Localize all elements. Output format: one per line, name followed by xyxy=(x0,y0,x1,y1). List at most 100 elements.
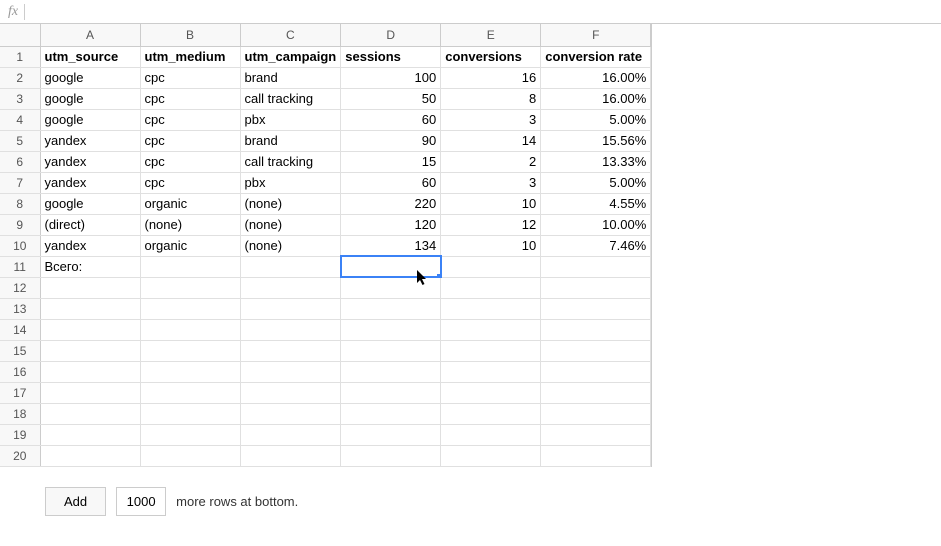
col-header-f[interactable]: F xyxy=(541,24,651,46)
row-header-15[interactable]: 15 xyxy=(0,340,40,361)
cell-b16[interactable] xyxy=(140,361,240,382)
cell-e10[interactable]: 10 xyxy=(441,235,541,256)
cell-b14[interactable] xyxy=(140,319,240,340)
cell-e15[interactable] xyxy=(441,340,541,361)
row-header-6[interactable]: 6 xyxy=(0,151,40,172)
row-header-17[interactable]: 17 xyxy=(0,382,40,403)
cell-e17[interactable] xyxy=(441,382,541,403)
cell-a10[interactable]: yandex xyxy=(40,235,140,256)
row-header-19[interactable]: 19 xyxy=(0,424,40,445)
cell-f7[interactable]: 5.00% xyxy=(541,172,651,193)
cell-d18[interactable] xyxy=(341,403,441,424)
cell-a20[interactable] xyxy=(40,445,140,466)
cell-a17[interactable] xyxy=(40,382,140,403)
cell-d16[interactable] xyxy=(341,361,441,382)
cell-f5[interactable]: 15.56% xyxy=(541,130,651,151)
row-header-2[interactable]: 2 xyxy=(0,67,40,88)
cell-c14[interactable] xyxy=(240,319,341,340)
cell-b5[interactable]: cpc xyxy=(140,130,240,151)
col-header-d[interactable]: D xyxy=(341,24,441,46)
cell-f12[interactable] xyxy=(541,277,651,298)
cell-c11[interactable] xyxy=(240,256,341,277)
cell-f10[interactable]: 7.46% xyxy=(541,235,651,256)
cell-b2[interactable]: cpc xyxy=(140,67,240,88)
cell-d6[interactable]: 15 xyxy=(341,151,441,172)
cell-c9[interactable]: (none) xyxy=(240,214,341,235)
cell-a15[interactable] xyxy=(40,340,140,361)
cell-e7[interactable]: 3 xyxy=(441,172,541,193)
cell-c16[interactable] xyxy=(240,361,341,382)
row-header-16[interactable]: 16 xyxy=(0,361,40,382)
cell-e5[interactable]: 14 xyxy=(441,130,541,151)
cell-f6[interactable]: 13.33% xyxy=(541,151,651,172)
cell-e19[interactable] xyxy=(441,424,541,445)
cell-d14[interactable] xyxy=(341,319,441,340)
cell-f1[interactable]: conversion rate xyxy=(541,46,651,67)
row-header-10[interactable]: 10 xyxy=(0,235,40,256)
cell-b3[interactable]: cpc xyxy=(140,88,240,109)
corner-cell[interactable] xyxy=(0,24,40,46)
add-rows-button[interactable]: Add xyxy=(45,487,106,516)
cell-e18[interactable] xyxy=(441,403,541,424)
cell-b13[interactable] xyxy=(140,298,240,319)
row-header-5[interactable]: 5 xyxy=(0,130,40,151)
cell-c17[interactable] xyxy=(240,382,341,403)
cell-f11[interactable] xyxy=(541,256,651,277)
cell-d17[interactable] xyxy=(341,382,441,403)
row-header-9[interactable]: 9 xyxy=(0,214,40,235)
cell-a3[interactable]: google xyxy=(40,88,140,109)
cell-f20[interactable] xyxy=(541,445,651,466)
cell-f8[interactable]: 4.55% xyxy=(541,193,651,214)
cell-a2[interactable]: google xyxy=(40,67,140,88)
rows-count-input[interactable] xyxy=(116,487,166,516)
cell-c8[interactable]: (none) xyxy=(240,193,341,214)
cell-a12[interactable] xyxy=(40,277,140,298)
cell-c10[interactable]: (none) xyxy=(240,235,341,256)
cell-c20[interactable] xyxy=(240,445,341,466)
cell-c6[interactable]: call tracking xyxy=(240,151,341,172)
cell-c2[interactable]: brand xyxy=(240,67,341,88)
cell-e1[interactable]: conversions xyxy=(441,46,541,67)
cell-d8[interactable]: 220 xyxy=(341,193,441,214)
row-header-13[interactable]: 13 xyxy=(0,298,40,319)
cell-d5[interactable]: 90 xyxy=(341,130,441,151)
cell-b8[interactable]: organic xyxy=(140,193,240,214)
cell-d10[interactable]: 134 xyxy=(341,235,441,256)
cell-c19[interactable] xyxy=(240,424,341,445)
cell-a7[interactable]: yandex xyxy=(40,172,140,193)
cell-f16[interactable] xyxy=(541,361,651,382)
cell-c13[interactable] xyxy=(240,298,341,319)
cell-f17[interactable] xyxy=(541,382,651,403)
cell-c18[interactable] xyxy=(240,403,341,424)
cell-d2[interactable]: 100 xyxy=(341,67,441,88)
cell-a6[interactable]: yandex xyxy=(40,151,140,172)
cell-b1[interactable]: utm_medium xyxy=(140,46,240,67)
formula-input[interactable] xyxy=(31,0,941,23)
cell-d20[interactable] xyxy=(341,445,441,466)
cell-e12[interactable] xyxy=(441,277,541,298)
cell-d15[interactable] xyxy=(341,340,441,361)
cell-b19[interactable] xyxy=(140,424,240,445)
row-header-8[interactable]: 8 xyxy=(0,193,40,214)
cell-b4[interactable]: cpc xyxy=(140,109,240,130)
cell-e4[interactable]: 3 xyxy=(441,109,541,130)
cell-d9[interactable]: 120 xyxy=(341,214,441,235)
cell-e13[interactable] xyxy=(441,298,541,319)
cell-e2[interactable]: 16 xyxy=(441,67,541,88)
row-header-4[interactable]: 4 xyxy=(0,109,40,130)
cell-b11[interactable] xyxy=(140,256,240,277)
row-header-18[interactable]: 18 xyxy=(0,403,40,424)
cell-e14[interactable] xyxy=(441,319,541,340)
cell-d4[interactable]: 60 xyxy=(341,109,441,130)
row-header-20[interactable]: 20 xyxy=(0,445,40,466)
cell-a5[interactable]: yandex xyxy=(40,130,140,151)
cell-f15[interactable] xyxy=(541,340,651,361)
cell-e8[interactable]: 10 xyxy=(441,193,541,214)
cell-f3[interactable]: 16.00% xyxy=(541,88,651,109)
cell-e11[interactable] xyxy=(441,256,541,277)
col-header-b[interactable]: B xyxy=(140,24,240,46)
cell-b9[interactable]: (none) xyxy=(140,214,240,235)
cell-d19[interactable] xyxy=(341,424,441,445)
cell-a13[interactable] xyxy=(40,298,140,319)
cell-a8[interactable]: google xyxy=(40,193,140,214)
